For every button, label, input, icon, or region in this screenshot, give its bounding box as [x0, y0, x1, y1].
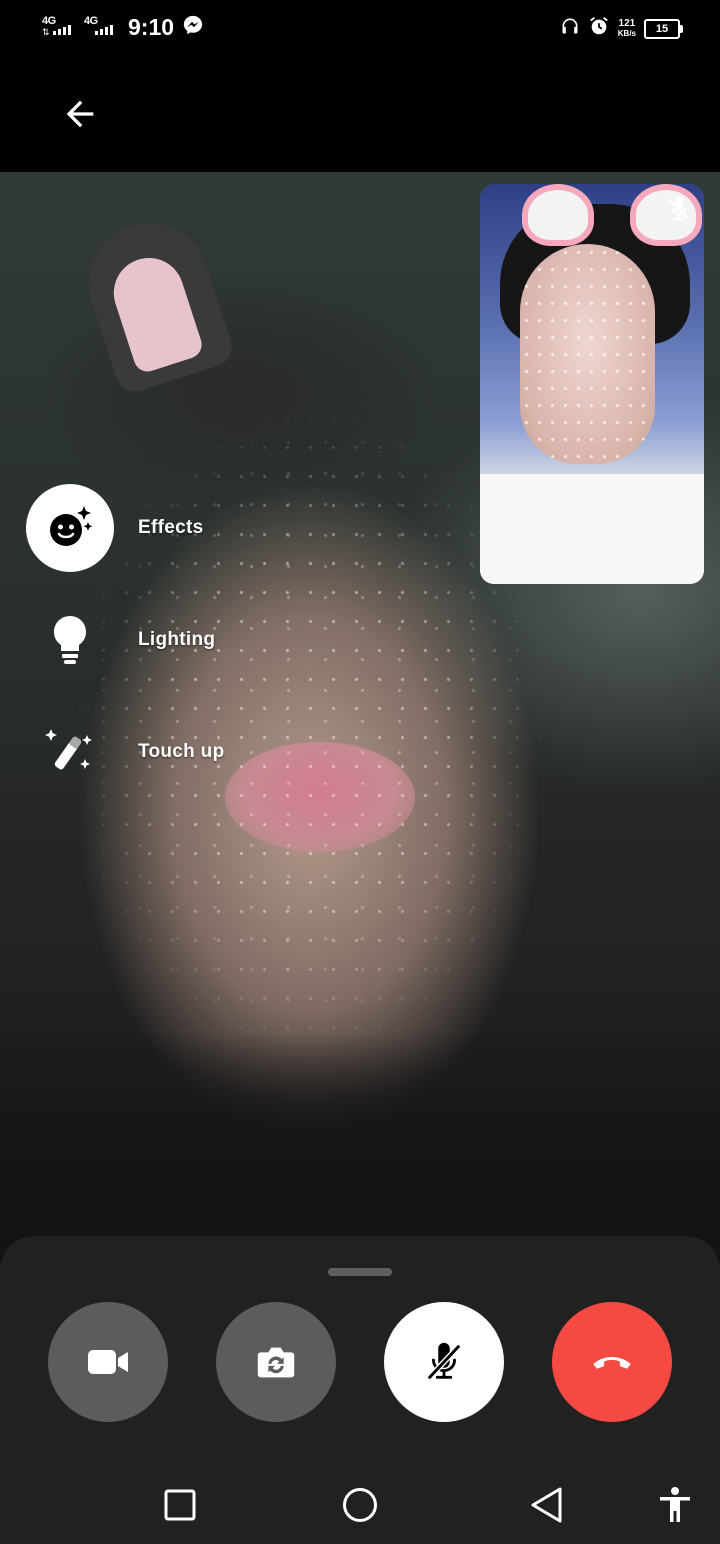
lighting-button[interactable]: Lighting — [26, 596, 215, 684]
call-controls-sheet — [0, 1236, 720, 1466]
network-speed: 121 KB/s — [617, 17, 636, 39]
hang-up-icon — [593, 1357, 631, 1369]
status-left: 4G ⇅ 4G 9:10 — [42, 14, 204, 41]
battery-icon: 15 — [644, 18, 683, 39]
data-arrows-icon: ⇅ — [42, 26, 50, 37]
recents-button[interactable] — [155, 1480, 205, 1530]
alarm-icon — [588, 15, 610, 42]
headphones-icon — [560, 16, 580, 41]
effects-label: Effects — [138, 517, 204, 538]
bunny-ear-left — [522, 184, 594, 246]
touch-up-label: Touch up — [138, 741, 225, 762]
back-button[interactable] — [52, 86, 108, 142]
flip-camera-icon — [257, 1347, 295, 1378]
accessibility-button[interactable] — [650, 1480, 700, 1530]
video-toggle-button[interactable] — [48, 1302, 168, 1422]
accessibility-icon — [660, 1487, 690, 1522]
status-right: 121 KB/s 15 — [560, 15, 683, 42]
mic-off-icon — [664, 194, 694, 224]
triangle-back-icon — [531, 1487, 562, 1523]
mic-off-icon — [427, 1342, 461, 1380]
preview-shirt — [480, 474, 704, 584]
flip-camera-button[interactable] — [216, 1302, 336, 1422]
square-icon — [164, 1489, 196, 1521]
circle-icon — [343, 1488, 377, 1522]
mute-button[interactable] — [384, 1302, 504, 1422]
face-sparkle-icon — [50, 506, 93, 546]
status-bar: 4G ⇅ 4G 9:10 121 KB/s 15 — [0, 0, 720, 56]
clock: 9:10 — [128, 14, 175, 40]
video-camera-icon — [88, 1350, 128, 1374]
effects-button[interactable]: Effects — [26, 484, 203, 572]
signal-1: 4G ⇅ — [42, 15, 76, 41]
touch-up-icon-wrap — [26, 708, 114, 796]
signal-bars-icon — [53, 24, 71, 35]
end-call-button[interactable] — [552, 1302, 672, 1422]
effects-icon-wrap — [26, 484, 114, 572]
preview-face — [520, 244, 655, 464]
battery-level: 15 — [655, 22, 669, 35]
lighting-label: Lighting — [138, 629, 216, 650]
messenger-icon — [182, 14, 204, 41]
signal-bars-icon — [95, 24, 113, 35]
self-video-preview[interactable] — [480, 184, 704, 584]
arrow-left-icon — [66, 100, 94, 128]
top-bar — [0, 56, 720, 172]
speed-value: 121 — [618, 17, 636, 29]
lighting-icon-wrap — [26, 596, 114, 684]
signal-2: 4G — [84, 15, 118, 41]
magic-wand-icon — [45, 729, 92, 770]
speed-unit: KB/s — [617, 28, 636, 38]
system-nav-bar — [0, 1466, 720, 1544]
touch-up-button[interactable]: Touch up — [26, 708, 224, 796]
lightbulb-icon — [54, 616, 86, 664]
sheet-drag-handle[interactable] — [328, 1268, 392, 1276]
home-button[interactable] — [335, 1480, 385, 1530]
nav-back-button[interactable] — [522, 1480, 572, 1530]
